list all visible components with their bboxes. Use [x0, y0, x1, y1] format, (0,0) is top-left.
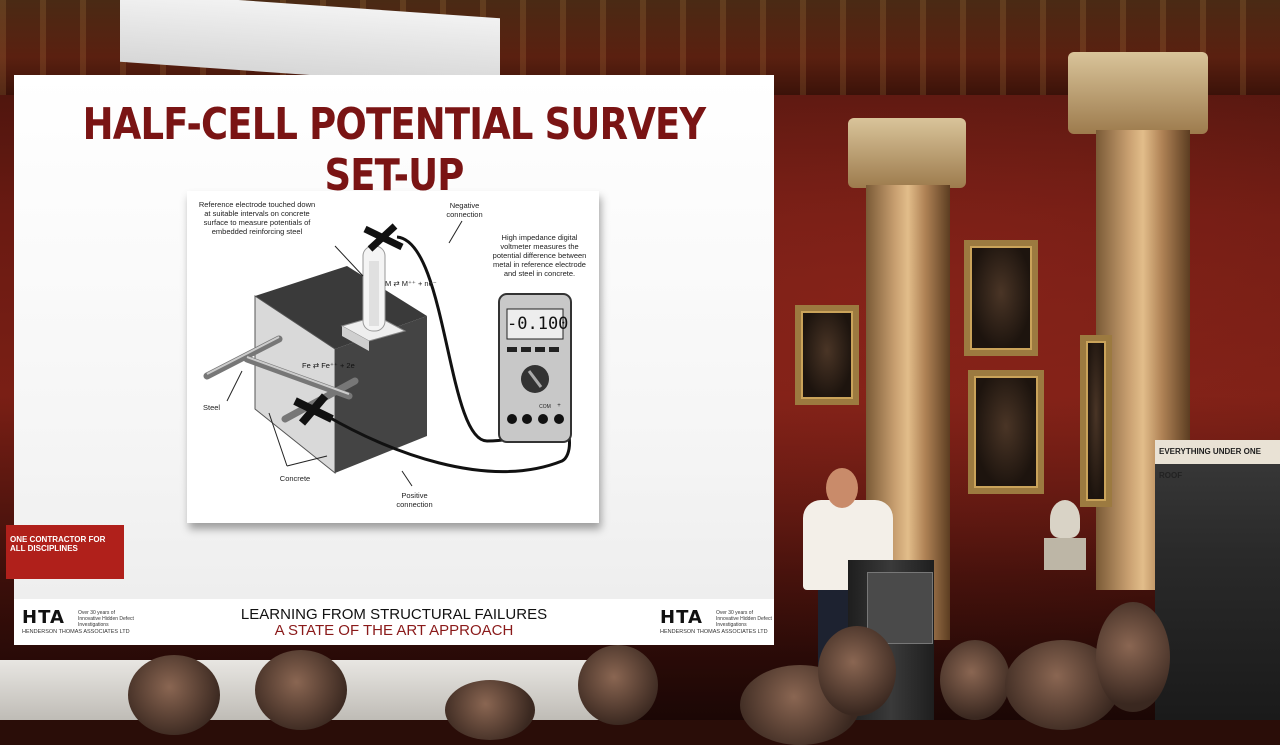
portrait-painting [968, 370, 1044, 494]
slide-footer: HTA Over 30 years of Innovative Hidden D… [14, 599, 774, 645]
hta-company-name: HENDERSON THOMAS ASSOCIATES LTD [660, 629, 768, 635]
banner-heading: EVERYTHING UNDER ONE ROOF [1155, 440, 1280, 480]
slide-title: HALF-CELL POTENTIAL SURVEY SET-UP [82, 99, 706, 201]
bust-pedestal [1044, 538, 1086, 570]
reference-electrode-label: Reference electrode touched down at suit… [198, 200, 316, 236]
steel-label: Steel [203, 403, 221, 412]
electrode-cap [363, 223, 404, 252]
column-capital-left [848, 118, 966, 188]
hta-logo-right: HTA Over 30 years of Innovative Hidden D… [660, 607, 772, 639]
audience-head [1096, 602, 1170, 712]
sponsor-banner: EVERYTHING UNDER ONE ROOF [1155, 440, 1280, 720]
electrode-reaction: M ⇄ M⁺⁺ + ne⁻ [385, 279, 437, 288]
voltmeter-plus-label: + [557, 403, 561, 409]
steel-reaction: Fe ⇄ Fe⁺⁺ + 2e [302, 361, 355, 370]
portrait-painting [964, 240, 1038, 356]
column-capital-right [1068, 52, 1208, 134]
banner-slogan: ONE CONTRACTOR FOR ALL DISCIPLINES [6, 525, 124, 579]
electrode-core [369, 261, 379, 326]
hta-logo-left: HTA Over 30 years of Innovative Hidden D… [22, 607, 134, 639]
concrete-label: Concrete [279, 474, 311, 483]
audience-head [578, 645, 658, 725]
speaker-head [826, 468, 858, 508]
hta-logo-tagline: Over 30 years of Innovative Hidden Defec… [78, 610, 134, 628]
audience-head [940, 640, 1010, 720]
audience-head [255, 650, 347, 730]
event-title: LEARNING FROM STRUCTURAL FAILURES [240, 606, 548, 623]
hta-logo-mark: HTA [660, 607, 703, 628]
voltmeter-label: High impedance digital voltmeter measure… [492, 233, 587, 278]
audience-head [818, 626, 896, 716]
positive-connection-label: Positive connection [396, 491, 433, 509]
portrait-painting [795, 305, 859, 405]
hta-company-name: HENDERSON THOMAS ASSOCIATES LTD [22, 629, 130, 635]
audience-head [445, 680, 535, 740]
portrait-painting [1080, 335, 1112, 507]
presentation-slide: HALF-CELL POTENTIAL SURVEY SET-UP Refere… [14, 75, 774, 645]
negative-connection-label: Negative connection [446, 201, 483, 219]
half-cell-diagram: Reference electrode touched down at suit… [187, 191, 599, 523]
voltmeter-reading: -0.100 [507, 314, 569, 334]
audience-head [128, 655, 220, 735]
hta-logo-tagline: Over 30 years of Innovative Hidden Defec… [716, 610, 772, 628]
event-subtitle: A STATE OF THE ART APPROACH [274, 622, 514, 639]
hta-logo-mark: HTA [22, 607, 65, 628]
marble-bust [1050, 500, 1080, 538]
